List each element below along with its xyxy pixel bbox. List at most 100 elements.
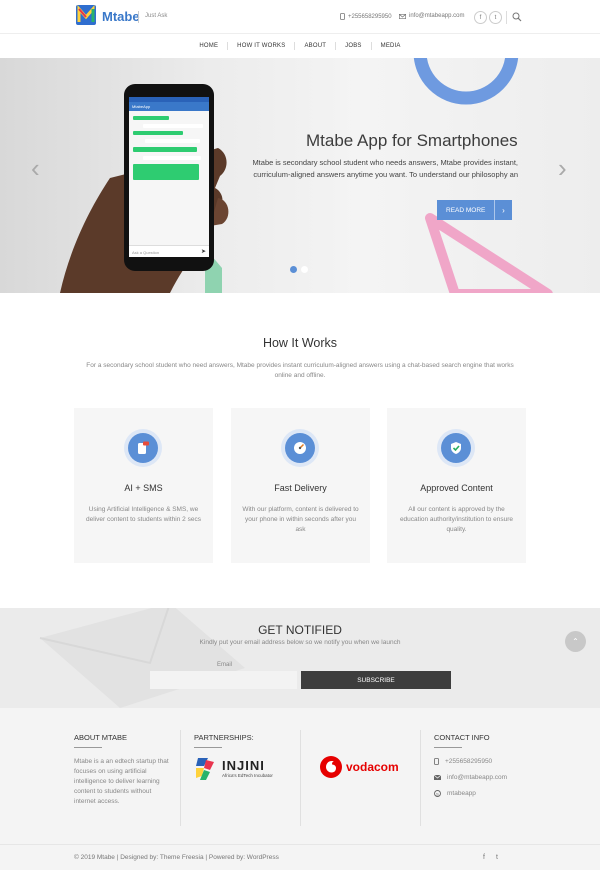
nav-media[interactable]: MEDIA [372,43,410,49]
page: Mtabe Just Ask +255658295950 info@mtabea… [0,0,600,870]
feature-text: With our platform, content is delivered … [242,506,359,533]
feature-card-approved-content: Approved Content All our content is appr… [387,408,526,563]
footer-divider [180,730,181,826]
svg-text:S: S [436,791,439,796]
about-text: Mtabe is a an edtech startup that focuse… [74,758,169,805]
phone-mockup: MtabeApp Ask a Question ➤ [124,84,214,271]
section-title-how-it-works: How It Works [262,336,338,350]
nav-about[interactable]: ABOUT [295,43,335,49]
logo-text[interactable]: Mtabe [102,9,140,24]
vodacom-logo[interactable]: vodacom [319,755,404,781]
facebook-icon[interactable]: f [483,854,485,861]
read-more-button[interactable]: READ MORE › [437,200,512,220]
feature-icon-wrap [124,429,162,467]
mail-icon [399,13,406,19]
phone-app-bar: MtabeApp [129,102,209,111]
footer-bottom-bar: © 2019 Mtabe | Designed by: Theme Freesi… [0,844,600,870]
shield-check-icon [441,433,471,463]
chevron-right-icon: › [494,200,512,220]
injini-subtitle: Africa's EdTech Incubator [222,773,273,778]
partnerships-heading: PARTNERSHIPS: [194,733,254,742]
twitter-icon[interactable]: t [496,854,498,861]
contact-phone: +255658295950 [434,758,492,765]
hero-slider: MtabeApp Ask a Question ➤ ‹ › Mtabe App … [0,58,600,293]
header-phone: +255658295950 [340,13,392,20]
hero-text: Mtabe is secondary school student who ne… [252,158,518,179]
read-more-label: READ MORE [446,206,486,214]
nav-home[interactable]: HOME [190,43,227,49]
contact-heading: CONTACT INFO [434,733,490,742]
logo-icon[interactable] [76,5,96,25]
main-nav: HOME HOW IT WORKS ABOUT JOBS MEDIA [0,35,600,57]
twitter-icon[interactable]: t [489,11,502,24]
header-rule [0,33,600,34]
contact-phone-text: +255658295950 [445,758,493,765]
feature-title: Approved Content [420,483,493,493]
contact-skype-text: mtabeapp [447,790,476,797]
footer-divider [300,730,301,826]
feature-icon-wrap [437,429,475,467]
notify-subtitle: Kindly put your email address below so w… [199,639,401,646]
feature-title: AI + SMS [124,483,163,493]
chat-bubbles [133,116,203,180]
speedometer-icon [285,433,315,463]
notify-title: GET NOTIFIED [258,623,342,637]
header-email-text: info@mtabeapp.com [409,13,465,19]
contact-email-text: info@mtabeapp.com [447,774,508,781]
contact-skype[interactable]: S mtabeapp [434,790,476,797]
footer-divider [420,730,421,826]
heading-underline [194,747,222,748]
feature-card-fast-delivery: Fast Delivery With our platform, content… [231,408,370,563]
email-label: Email [217,662,233,668]
phone-chat-placeholder: Ask a Question [132,250,160,255]
skype-icon: S [434,790,441,797]
nav-how-it-works[interactable]: HOW IT WORKS [228,43,294,49]
header-email[interactable]: info@mtabeapp.com [399,13,464,19]
phone-chat-input: Ask a Question ➤ [129,245,209,257]
tagline: Just Ask [145,13,168,19]
facebook-glyph: f [479,14,482,21]
hero-title: Mtabe App for Smartphones [306,131,518,150]
facebook-icon[interactable]: f [474,11,487,24]
heading-underline [434,747,462,748]
vodacom-name: vodacom [346,760,399,774]
header-divider [506,11,507,24]
about-heading: ABOUT MTABE [74,733,128,742]
phone-app-name: MtabeApp [132,104,151,109]
scroll-top-button[interactable]: ⌃ [565,631,586,652]
notify-section: GET NOTIFIED Kindly put your email addre… [0,608,600,708]
heading-underline [74,747,102,748]
email-field[interactable] [150,671,297,689]
site-footer: ABOUT MTABE Mtabe is a an edtech startup… [0,708,600,844]
search-icon[interactable] [512,12,522,22]
logo-divider [138,11,139,23]
phone-icon [434,758,439,765]
header-phone-text: +255658295950 [348,13,392,20]
mail-icon [434,775,441,780]
feature-card-ai-sms: AI + SMS Using Artificial Intelligence &… [74,408,213,563]
site-header: Mtabe Just Ask +255658295950 info@mtabea… [0,0,600,58]
injini-name: INJINI [222,758,265,773]
phone-icon [340,13,345,20]
injini-logo[interactable]: INJINI Africa's EdTech Incubator [194,756,289,782]
nav-jobs[interactable]: JOBS [336,43,370,49]
copyright-text: © 2019 Mtabe | Designed by: Theme Freesi… [74,854,279,861]
section-description: For a secondary school student who need … [86,362,514,379]
feature-text: Using Artificial Intelligence & SMS, we … [86,506,201,523]
contact-email[interactable]: info@mtabeapp.com [434,774,507,781]
chevron-up-icon: ⌃ [572,637,579,646]
twitter-glyph: t [494,14,497,21]
slider-dot-2[interactable] [301,266,308,273]
send-icon: ➤ [200,249,206,255]
feature-title: Fast Delivery [274,483,327,493]
feature-text: All our content is approved by the educa… [399,506,514,533]
slider-next-arrow[interactable]: › [558,153,567,184]
injini-logo-icon [196,758,214,780]
feature-icon-wrap [281,429,319,467]
slider-prev-arrow[interactable]: ‹ [31,153,40,184]
subscribe-button[interactable]: SUBSCRIBE [301,671,451,689]
sms-icon [128,433,158,463]
vodacom-speechmark-icon [320,756,342,778]
slider-dot-1[interactable] [290,266,297,273]
phone-screen: MtabeApp Ask a Question ➤ [129,97,209,257]
